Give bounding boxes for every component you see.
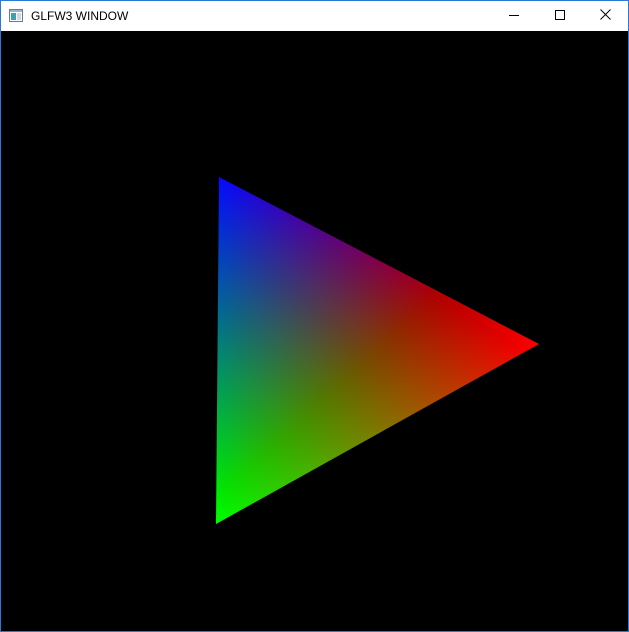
window-title: GLFW3 WINDOW	[31, 9, 129, 23]
opengl-canvas	[216, 177, 539, 524]
window-app-icon[interactable]	[9, 9, 23, 22]
glfw-window: GLFW3 WINDOW	[0, 0, 629, 632]
maximize-button[interactable]	[537, 1, 583, 31]
maximize-icon	[555, 7, 565, 25]
close-icon	[599, 7, 611, 25]
title-bar[interactable]: GLFW3 WINDOW	[1, 1, 628, 31]
rgb-triangle	[216, 177, 539, 524]
minimize-icon	[509, 7, 519, 25]
render-viewport[interactable]	[1, 31, 628, 631]
minimize-button[interactable]	[491, 1, 537, 31]
close-button[interactable]	[582, 1, 628, 31]
